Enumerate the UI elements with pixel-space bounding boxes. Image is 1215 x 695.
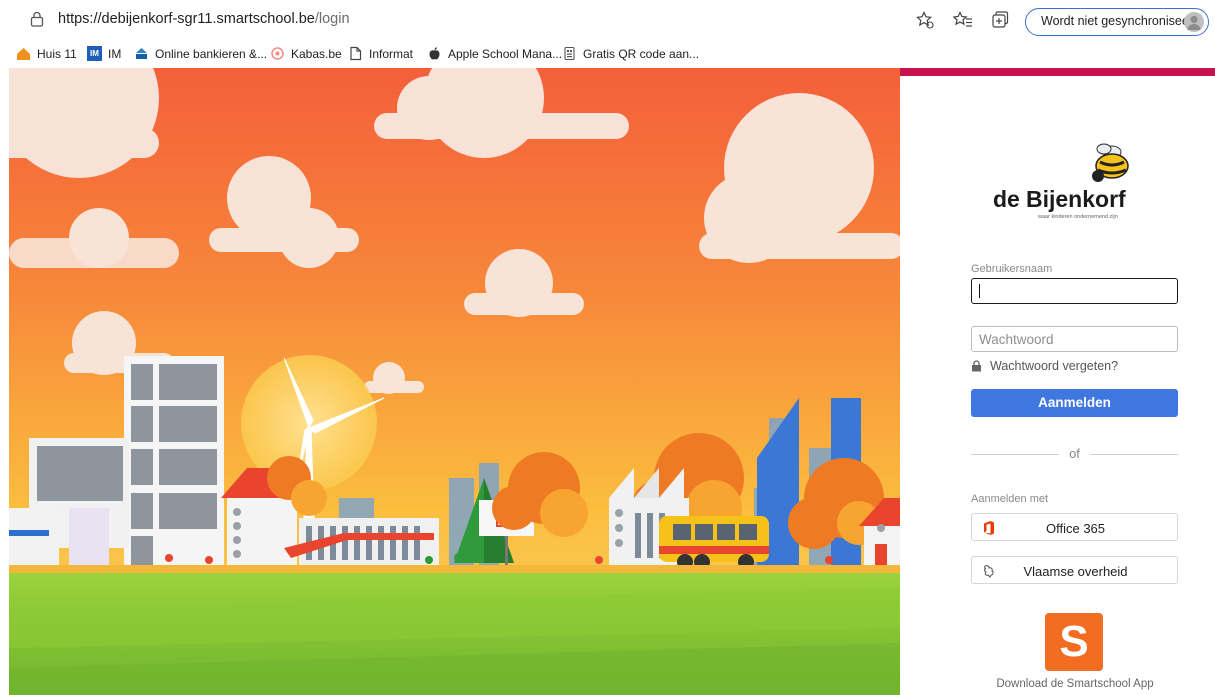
kabas-icon bbox=[271, 47, 284, 60]
text-caret bbox=[979, 284, 980, 298]
apple-icon bbox=[429, 47, 440, 60]
bookmark-label: Kabas.be bbox=[291, 46, 342, 61]
kbc-icon bbox=[136, 48, 147, 59]
avatar-icon bbox=[1184, 12, 1204, 32]
bookmark-online-bankieren[interactable]: Online bankieren &... bbox=[134, 46, 267, 61]
brand-bar bbox=[900, 68, 1215, 76]
password-placeholder: Wachtwoord bbox=[979, 332, 1054, 347]
or-label: of bbox=[1069, 446, 1080, 461]
password-input[interactable]: Wachtwoord bbox=[971, 326, 1178, 352]
bookmark-gratis-qr[interactable]: Gratis QR code aan... bbox=[562, 46, 699, 61]
bookmark-kabas[interactable]: Kabas.be bbox=[270, 46, 342, 61]
download-app-link[interactable]: Download de Smartschool App bbox=[960, 678, 1190, 690]
bookmark-label: Online bankieren &... bbox=[155, 46, 268, 61]
username-input[interactable] bbox=[971, 278, 1178, 304]
vlaamse-overheid-button[interactable]: Vlaamse overheid bbox=[971, 556, 1178, 584]
collections-icon[interactable] bbox=[990, 10, 1010, 30]
forgot-password-label: Wachtwoord vergeten? bbox=[990, 359, 1119, 373]
bookmark-huis-11[interactable]: Huis 11 bbox=[16, 46, 77, 61]
page-icon bbox=[350, 46, 362, 61]
profile-sync-button[interactable]: Wordt niet gesynchroniseerd bbox=[1025, 8, 1209, 36]
url-path: /login bbox=[314, 11, 350, 27]
sync-label: Wordt niet gesynchroniseerd bbox=[1041, 14, 1200, 28]
logo-text-name: Bijenkorf bbox=[1026, 186, 1126, 212]
browser-address-bar: https://debijenkorf-sgr11.smartschool.be… bbox=[0, 0, 1215, 40]
bookmarks-bar: Huis 11 IM IM Online bankieren &... Kaba… bbox=[0, 40, 1215, 68]
forgot-password-link[interactable]: Wachtwoord vergeten? bbox=[971, 359, 1118, 373]
bookmark-label: Informat bbox=[369, 46, 414, 61]
background-illustration bbox=[9, 68, 900, 695]
lock-icon[interactable] bbox=[30, 11, 44, 27]
favorite-add-icon[interactable] bbox=[915, 10, 935, 30]
login-button[interactable]: Aanmelden bbox=[971, 389, 1178, 417]
logo-text-de: de bbox=[993, 186, 1020, 212]
im-icon: IM bbox=[87, 46, 102, 61]
office-365-button[interactable]: Office 365 bbox=[971, 513, 1178, 541]
url-host: https://debijenkorf-sgr11.smartschool.be bbox=[58, 11, 315, 27]
city-illustration bbox=[9, 68, 900, 695]
bookmark-label: Huis 11 bbox=[37, 46, 77, 61]
username-label: Gebruikersnaam bbox=[971, 263, 1053, 275]
favorites-icon[interactable] bbox=[953, 10, 973, 30]
bookmark-label: Apple School Mana... bbox=[448, 46, 563, 61]
bee-logo-icon: de Bijenkorf waar kinderen ondernemend z… bbox=[993, 143, 1129, 220]
bookmark-label: Gratis QR code aan... bbox=[583, 46, 700, 61]
login-panel: de Bijenkorf waar kinderen ondernemend z… bbox=[900, 68, 1215, 695]
bookmark-im[interactable]: IM IM bbox=[87, 46, 121, 61]
qr-icon bbox=[564, 46, 575, 61]
padlock-icon bbox=[972, 360, 981, 372]
logo-tagline: waar kinderen ondernemend zijn bbox=[1037, 214, 1118, 220]
office-365-label: Office 365 bbox=[1045, 521, 1106, 536]
url-field[interactable]: https://debijenkorf-sgr11.smartschool.be… bbox=[58, 11, 350, 27]
school-logo: de Bijenkorf waar kinderen ondernemend z… bbox=[990, 134, 1150, 224]
smartschool-app-icon[interactable]: S bbox=[1045, 613, 1103, 671]
bookmark-apple-school[interactable]: Apple School Mana... bbox=[427, 46, 562, 61]
or-divider: of bbox=[971, 446, 1178, 462]
vlaamse-overheid-label: Vlaamse overheid bbox=[1023, 564, 1128, 579]
bookmark-label: IM bbox=[108, 46, 122, 61]
home-icon bbox=[17, 48, 30, 60]
bookmark-informat[interactable]: Informat bbox=[348, 46, 413, 61]
sso-label: Aanmelden met bbox=[971, 493, 1049, 505]
